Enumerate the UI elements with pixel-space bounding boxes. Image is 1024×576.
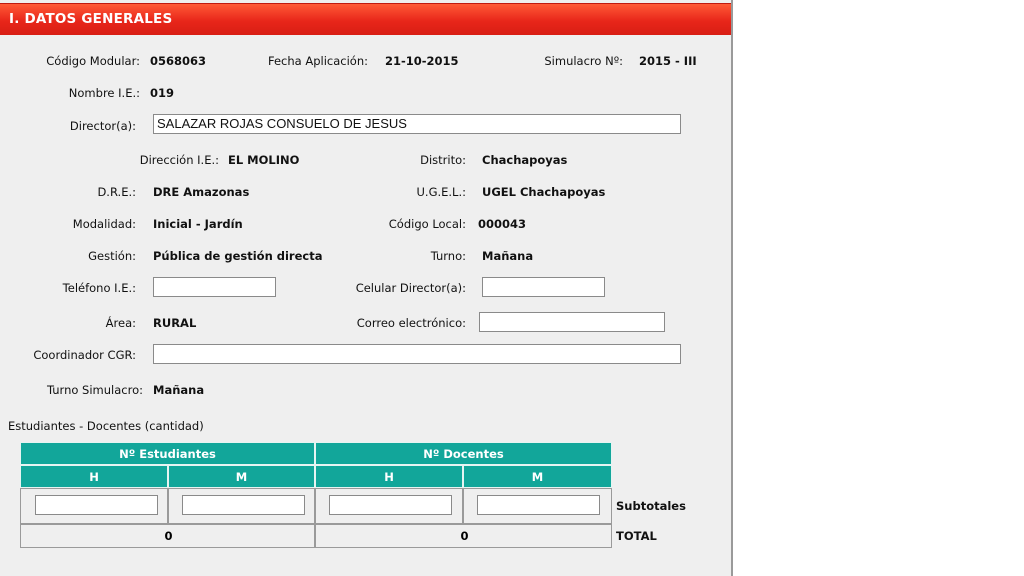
turno-simulacro-label: Turno Simulacro:: [46, 383, 143, 397]
turno-simulacro-value: Mañana: [153, 383, 205, 397]
docentes-m-header: M: [463, 465, 612, 488]
gestion-value: Pública de gestión directa: [153, 249, 323, 263]
modalidad-value: Inicial - Jardín: [153, 217, 243, 231]
area-label: Área:: [105, 316, 136, 330]
section-header: I. DATOS GENERALES: [0, 3, 731, 35]
simulacro-label: Simulacro Nº:: [544, 54, 623, 68]
telefono-ie-field[interactable]: [153, 277, 276, 297]
nombre-ie-value: 019: [150, 86, 175, 100]
direccion-ie-label: Dirección I.E.:: [139, 153, 219, 167]
estudiantes-header: Nº Estudiantes: [20, 442, 315, 465]
subtotales-label: Subtotales: [616, 499, 686, 513]
dre-label: D.R.E.:: [97, 185, 136, 199]
nombre-ie-label: Nombre I.E.:: [68, 86, 140, 100]
simulacro-value: 2015 - III: [639, 54, 697, 68]
estudiantes-m-cell: [168, 488, 315, 524]
coordinador-cgr-field[interactable]: [153, 344, 681, 364]
codigo-modular-value: 0568063: [150, 54, 207, 68]
counts-table: Nº Estudiantes Nº Docentes H M H M 0 0: [20, 442, 612, 548]
fecha-aplicacion-value: 21-10-2015: [385, 54, 459, 68]
director-field[interactable]: SALAZAR ROJAS CONSUELO DE JESUS: [153, 114, 681, 134]
correo-electronico-label: Correo electrónico:: [356, 316, 466, 330]
codigo-local-label: Código Local:: [388, 217, 466, 231]
ugel-value: UGEL Chachapoyas: [482, 185, 606, 199]
counts-section-label: Estudiantes - Docentes (cantidad): [8, 419, 204, 433]
director-field-value: SALAZAR ROJAS CONSUELO DE JESUS: [157, 116, 407, 131]
docentes-h-cell: [315, 488, 463, 524]
codigo-modular-label: Código Modular:: [46, 54, 140, 68]
telefono-ie-label: Teléfono I.E.:: [62, 281, 136, 295]
distrito-label: Distrito:: [420, 153, 466, 167]
distrito-value: Chachapoyas: [482, 153, 568, 167]
estudiantes-total-value: 0: [164, 529, 173, 543]
docentes-h-field[interactable]: [329, 495, 452, 515]
datos-generales-panel: I. DATOS GENERALES Código Modular: 05680…: [0, 0, 733, 576]
estudiantes-h-cell: [20, 488, 168, 524]
docentes-total-value: 0: [460, 529, 469, 543]
estudiantes-h-header: H: [20, 465, 168, 488]
direccion-ie-value: EL MOLINO: [228, 153, 300, 167]
estudiantes-h-field[interactable]: [35, 495, 158, 515]
estudiantes-total-cell: 0: [20, 524, 315, 548]
estudiantes-m-field[interactable]: [182, 495, 305, 515]
total-label: TOTAL: [616, 529, 657, 543]
section-title: I. DATOS GENERALES: [9, 11, 173, 27]
estudiantes-m-header: M: [168, 465, 315, 488]
docentes-h-header: H: [315, 465, 463, 488]
gestion-label: Gestión:: [88, 249, 136, 263]
correo-electronico-field[interactable]: [479, 312, 665, 332]
docentes-header: Nº Docentes: [315, 442, 612, 465]
modalidad-label: Modalidad:: [72, 217, 136, 231]
celular-director-field[interactable]: [482, 277, 605, 297]
ugel-label: U.G.E.L.:: [416, 185, 467, 199]
celular-director-label: Celular Director(a):: [355, 281, 466, 295]
turno-label: Turno:: [430, 249, 466, 263]
dre-value: DRE Amazonas: [153, 185, 250, 199]
turno-value: Mañana: [482, 249, 534, 263]
coordinador-cgr-label: Coordinador CGR:: [33, 348, 136, 362]
area-value: RURAL: [153, 316, 197, 330]
codigo-local-value: 000043: [478, 217, 527, 231]
docentes-total-cell: 0: [315, 524, 612, 548]
fecha-aplicacion-label: Fecha Aplicación:: [267, 54, 368, 68]
director-label: Director(a):: [69, 119, 136, 133]
docentes-m-cell: [463, 488, 612, 524]
docentes-m-field[interactable]: [477, 495, 600, 515]
